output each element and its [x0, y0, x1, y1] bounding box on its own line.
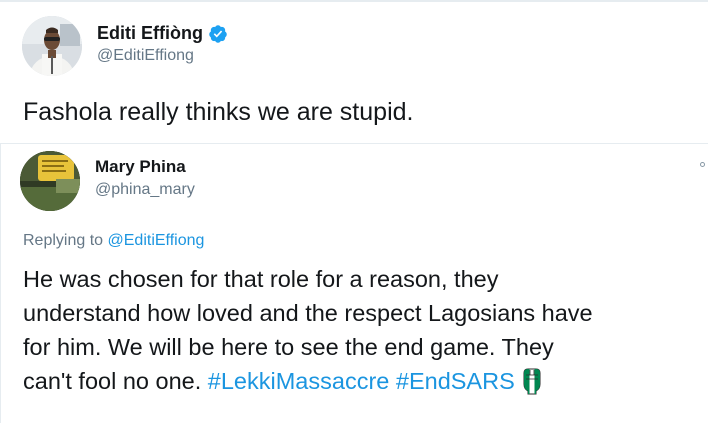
raised-fist-nigeria-flag-icon: [521, 367, 543, 395]
author-avatar-photo: [22, 16, 82, 76]
reply-tweet[interactable]: Mary Phina @phina_mary Replying to @Edit…: [0, 143, 708, 423]
verified-badge-icon: [208, 24, 228, 44]
reply-author-handle[interactable]: @phina_mary: [95, 181, 195, 199]
reply-text-line: for him. We will be here to see the end …: [23, 334, 554, 360]
reply-avatar-photo: [20, 151, 80, 211]
reply-text: He was chosen for that role for a reason…: [23, 262, 703, 398]
replying-to-label: Replying to: [23, 232, 108, 249]
hashtag-lekkimassaccre[interactable]: #LekkiMassaccre: [208, 368, 390, 394]
main-tweet: Editi Effiòng @EditiEffiong Fashola real…: [0, 0, 708, 140]
reply-text-line: He was chosen for that role for a reason…: [23, 266, 499, 292]
reply-left-border: [0, 143, 1, 423]
reply-text-line: understand how loved and the respect Lag…: [23, 300, 593, 326]
reply-text-last-line: can't fool no one. #LekkiMassaccre #EndS…: [23, 364, 703, 398]
replying-to-line: Replying to @EditiEffiong: [23, 232, 204, 250]
more-options-icon[interactable]: [700, 162, 705, 167]
reply-text-line: can't fool no one.: [23, 368, 208, 394]
hashtag-endsars[interactable]: #EndSARS: [396, 368, 515, 394]
reply-top-border: [0, 143, 708, 144]
tweet-screenshot: Editi Effiòng @EditiEffiong Fashola real…: [0, 0, 708, 423]
replying-to-mention[interactable]: @EditiEffiong: [108, 232, 205, 249]
reply-author-name[interactable]: Mary Phina: [95, 157, 186, 177]
author-name-row[interactable]: Editi Effiòng: [97, 23, 228, 44]
reply-author-avatar[interactable]: [20, 151, 80, 211]
author-name[interactable]: Editi Effiòng: [97, 23, 203, 44]
tweet-text: Fashola really thinks we are stupid.: [23, 98, 414, 126]
author-handle[interactable]: @EditiEffiong: [97, 47, 194, 65]
author-avatar[interactable]: [22, 16, 82, 76]
